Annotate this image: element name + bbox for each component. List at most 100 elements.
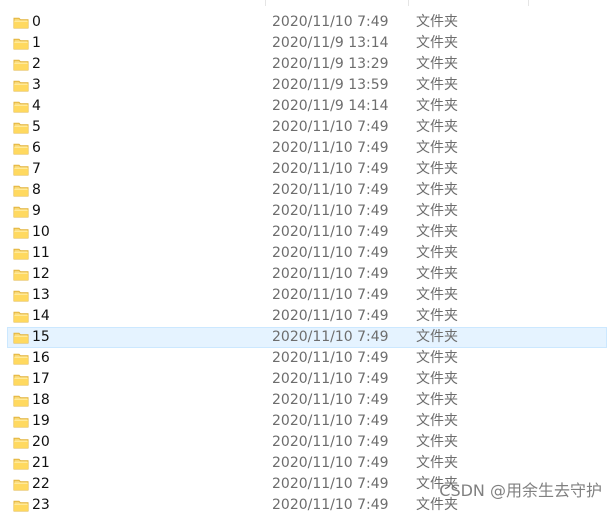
folder-icon [13,184,29,197]
file-type: 文件夹 [416,119,458,135]
folder-icon [13,289,29,302]
csdn-watermark: CSDN @用余生去守护 [439,481,602,500]
file-name: 14 [32,308,50,324]
file-name: 11 [32,245,50,261]
file-row[interactable]: 21 2020/11/10 7:49 文件夹 [0,453,615,474]
selected-file-row[interactable]: 15 2020/11/10 7:49 文件夹 [0,327,615,348]
file-name: 9 [32,203,41,219]
file-row[interactable]: 4 2020/11/9 14:14 文件夹 [0,96,615,117]
modified-date: 2020/11/10 7:49 [272,476,389,492]
file-row[interactable]: 3 2020/11/9 13:59 文件夹 [0,75,615,96]
modified-date: 2020/11/10 7:49 [272,287,389,303]
file-row[interactable]: 0 2020/11/10 7:49 文件夹 [0,12,615,33]
file-row[interactable]: 11 2020/11/10 7:49 文件夹 [0,243,615,264]
file-type: 文件夹 [416,371,458,387]
modified-date: 2020/11/9 13:14 [272,35,389,51]
file-type: 文件夹 [416,161,458,177]
folder-icon [13,394,29,407]
folder-icon [13,226,29,239]
date-column-divider[interactable] [408,0,409,6]
file-row[interactable]: 1 2020/11/9 13:14 文件夹 [0,33,615,54]
modified-date: 2020/11/10 7:49 [272,413,389,429]
file-row[interactable]: 18 2020/11/10 7:49 文件夹 [0,390,615,411]
modified-date: 2020/11/10 7:49 [272,119,389,135]
folder-icon [13,478,29,491]
file-type: 文件夹 [416,350,458,366]
modified-date: 2020/11/10 7:49 [272,14,389,30]
file-name: 22 [32,476,50,492]
file-row[interactable]: 9 2020/11/10 7:49 文件夹 [0,201,615,222]
file-row[interactable]: 8 2020/11/10 7:49 文件夹 [0,180,615,201]
modified-date: 2020/11/10 7:49 [272,266,389,282]
folder-icon [13,310,29,323]
file-type: 文件夹 [416,392,458,408]
folder-icon [13,205,29,218]
modified-date: 2020/11/10 7:49 [272,140,389,156]
name-column-divider[interactable] [265,0,266,6]
modified-date: 2020/11/9 14:14 [272,98,389,114]
modified-date: 2020/11/10 7:49 [272,497,389,513]
type-column-divider[interactable] [528,0,529,6]
file-name: 15 [32,329,50,345]
folder-icon [13,436,29,449]
file-row[interactable]: 2 2020/11/9 13:29 文件夹 [0,54,615,75]
modified-date: 2020/11/10 7:49 [272,371,389,387]
file-type: 文件夹 [416,245,458,261]
folder-icon [13,100,29,113]
file-type: 文件夹 [416,203,458,219]
file-name: 3 [32,77,41,93]
file-type: 文件夹 [416,224,458,240]
file-name: 18 [32,392,50,408]
file-row[interactable]: 12 2020/11/10 7:49 文件夹 [0,264,615,285]
folder-icon [13,142,29,155]
folder-icon [13,247,29,260]
modified-date: 2020/11/10 7:49 [272,392,389,408]
file-name: 12 [32,266,50,282]
file-row[interactable]: 14 2020/11/10 7:49 文件夹 [0,306,615,327]
column-header-strip [0,0,615,6]
file-row[interactable]: 7 2020/11/10 7:49 文件夹 [0,159,615,180]
modified-date: 2020/11/10 7:49 [272,182,389,198]
file-type: 文件夹 [416,14,458,30]
file-row[interactable]: 13 2020/11/10 7:49 文件夹 [0,285,615,306]
file-name: 17 [32,371,50,387]
file-row[interactable]: 10 2020/11/10 7:49 文件夹 [0,222,615,243]
file-type: 文件夹 [416,35,458,51]
file-row[interactable]: 19 2020/11/10 7:49 文件夹 [0,411,615,432]
folder-icon [13,16,29,29]
file-list: 0 2020/11/10 7:49 文件夹 1 2020/11/9 13:14 … [0,12,615,516]
file-type: 文件夹 [416,329,458,345]
folder-icon [13,268,29,281]
folder-icon [13,499,29,512]
modified-date: 2020/11/10 7:49 [272,329,389,345]
modified-date: 2020/11/10 7:49 [272,308,389,324]
modified-date: 2020/11/10 7:49 [272,350,389,366]
file-name: 10 [32,224,50,240]
file-row[interactable]: 5 2020/11/10 7:49 文件夹 [0,117,615,138]
file-type: 文件夹 [416,77,458,93]
folder-icon [13,415,29,428]
modified-date: 2020/11/9 13:59 [272,77,389,93]
file-type: 文件夹 [416,56,458,72]
file-row[interactable]: 6 2020/11/10 7:49 文件夹 [0,138,615,159]
file-name: 23 [32,497,50,513]
folder-icon [13,331,29,344]
folder-icon [13,37,29,50]
modified-date: 2020/11/10 7:49 [272,455,389,471]
file-name: 6 [32,140,41,156]
folder-icon [13,121,29,134]
file-name: 0 [32,14,41,30]
modified-date: 2020/11/10 7:49 [272,224,389,240]
folder-icon [13,58,29,71]
file-row[interactable]: 17 2020/11/10 7:49 文件夹 [0,369,615,390]
modified-date: 2020/11/10 7:49 [272,203,389,219]
file-type: 文件夹 [416,266,458,282]
folder-icon [13,352,29,365]
file-type: 文件夹 [416,287,458,303]
file-type: 文件夹 [416,308,458,324]
file-type: 文件夹 [416,98,458,114]
file-name: 13 [32,287,50,303]
file-row[interactable]: 16 2020/11/10 7:49 文件夹 [0,348,615,369]
modified-date: 2020/11/9 13:29 [272,56,389,72]
file-row[interactable]: 20 2020/11/10 7:49 文件夹 [0,432,615,453]
